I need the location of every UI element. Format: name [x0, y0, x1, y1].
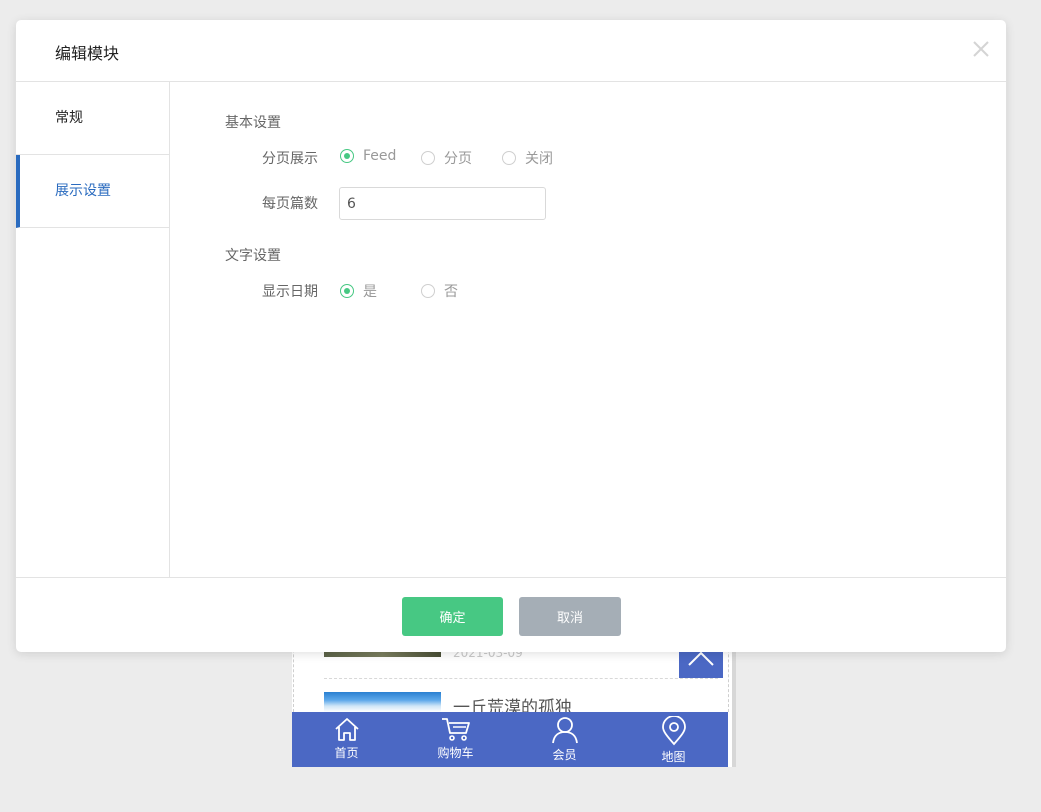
dialog-footer: 确定 取消	[16, 577, 1006, 653]
bottom-tabbar: 首页 购物车 会员 地图	[292, 712, 728, 767]
tab-label: 地图	[661, 750, 686, 764]
dialog-header: 编辑模块	[16, 20, 1006, 82]
show-date-radio-no[interactable]: 否	[421, 281, 458, 301]
section-title-basic: 基本设置	[225, 115, 281, 131]
radio-dot[interactable]	[421, 284, 435, 298]
user-icon	[551, 717, 578, 744]
article-thumbnail	[324, 692, 441, 712]
sidebar-item-general[interactable]: 常规	[16, 82, 169, 155]
edit-module-dialog: 编辑模块 常规 展示设置 基本设置 分页展示 Feed 分页 关闭 每页篇数 6…	[16, 20, 1006, 652]
tab-member[interactable]: 会员	[510, 712, 619, 767]
radio-label: 分页	[444, 151, 472, 167]
settings-panel: 基本设置 分页展示 Feed 分页 关闭 每页篇数 文字设置 显示日期 是 否	[170, 82, 1006, 577]
tab-label: 首页	[334, 746, 359, 760]
close-button[interactable]	[970, 38, 992, 60]
map-pin-icon	[661, 716, 686, 746]
section-title-text: 文字设置	[225, 248, 281, 264]
list-divider	[324, 678, 718, 679]
radio-label: 否	[444, 284, 458, 300]
dialog-title: 编辑模块	[55, 44, 120, 63]
radio-dot[interactable]	[340, 284, 354, 298]
tab-label: 购物车	[437, 746, 474, 760]
show-date-radio-yes[interactable]: 是	[340, 281, 377, 301]
radio-dot[interactable]	[421, 151, 435, 165]
paging-radio-off[interactable]: 关闭	[502, 148, 553, 168]
radio-label: 关闭	[525, 151, 553, 167]
paging-radio-pagination[interactable]: 分页	[421, 148, 472, 168]
radio-label: Feed	[363, 148, 397, 164]
tab-home[interactable]: 首页	[292, 712, 401, 767]
confirm-button[interactable]: 确定	[402, 597, 503, 636]
cart-icon	[441, 718, 470, 741]
sidebar-item-label: 常规	[55, 110, 83, 126]
tab-map[interactable]: 地图	[619, 712, 728, 767]
per-page-input[interactable]	[339, 187, 546, 220]
sidebar-item-label: 展示设置	[55, 183, 111, 199]
settings-sidebar: 常规 展示设置	[16, 82, 170, 577]
paging-label: 分页展示	[262, 151, 318, 167]
radio-dot[interactable]	[502, 151, 516, 165]
radio-label: 是	[363, 284, 377, 300]
cancel-button[interactable]: 取消	[519, 597, 621, 636]
tab-cart[interactable]: 购物车	[401, 712, 510, 767]
sidebar-item-display-settings[interactable]: 展示设置	[16, 155, 169, 228]
tab-label: 会员	[552, 748, 577, 762]
show-date-label: 显示日期	[262, 284, 318, 300]
paging-radio-feed[interactable]: Feed	[340, 148, 396, 164]
close-icon	[973, 41, 989, 57]
per-page-label: 每页篇数	[262, 196, 318, 212]
radio-dot[interactable]	[340, 149, 354, 163]
home-icon	[334, 718, 359, 741]
